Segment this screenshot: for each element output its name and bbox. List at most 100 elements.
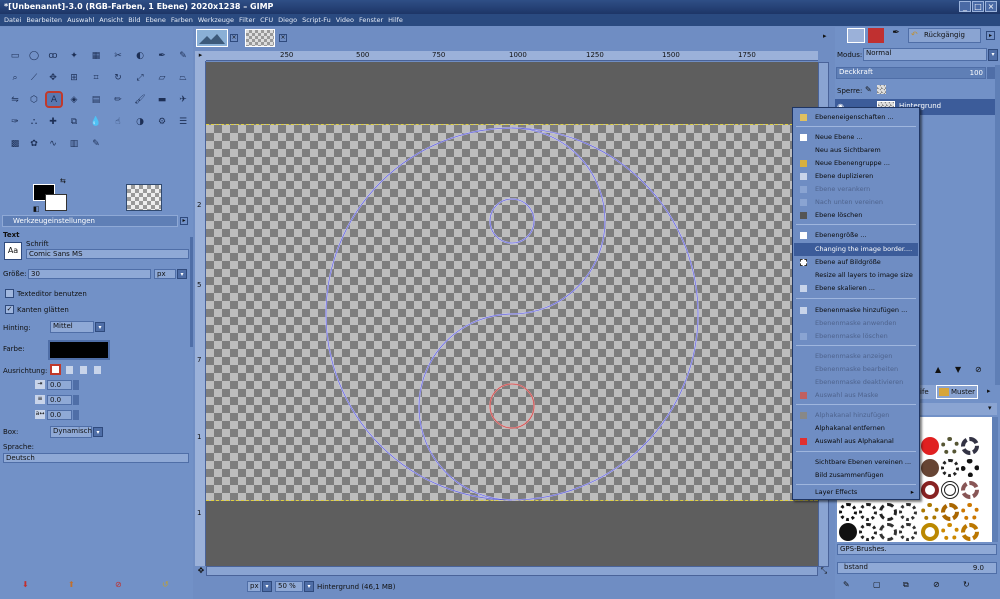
align-icon[interactable]: ⊞ [67,71,81,84]
rotate-icon[interactable]: ↻ [111,71,125,84]
language-input[interactable]: Deutsch [3,453,189,463]
menu-bearbeiten[interactable]: Bearbeiten [26,14,62,26]
chevron-down-icon[interactable]: ▾ [304,581,314,592]
restore-options-icon[interactable]: ⬆ [68,580,75,589]
menu-item-remove-alpha-channel[interactable]: Alphakanal entfernen [794,422,918,435]
chevron-down-icon[interactable]: ▾ [262,581,272,592]
clone-icon[interactable]: ⛬ [27,115,41,128]
brush-item[interactable] [941,503,959,521]
lock-pixels-icon[interactable]: ✎ [865,85,872,94]
delete-brush-icon[interactable]: ⊘ [933,580,940,589]
tool-options-scrollbar[interactable] [190,237,193,347]
brush-item[interactable] [899,523,917,541]
brush-scrollbar[interactable] [992,417,998,542]
hinting-select[interactable]: Mittel [50,321,94,333]
lasso-icon[interactable]: ꝏ [46,49,60,62]
menu-auswahl[interactable]: Auswahl [67,14,94,26]
tab-menu-icon[interactable]: ▸ [180,217,188,225]
fonts-tab[interactable]: ife [920,385,936,399]
background-color-swatch[interactable] [45,194,67,211]
horizontal-scrollbar[interactable] [206,566,818,576]
menu-farben[interactable]: Farben [171,14,193,26]
justify-left-icon[interactable] [50,364,61,375]
menu-ansicht[interactable]: Ansicht [99,14,123,26]
image-tab-2-thumbnail[interactable] [245,29,275,47]
justify-right-icon[interactable] [66,366,73,374]
chevron-down-icon[interactable]: ▾ [95,322,105,332]
raise-layer-icon[interactable]: ▲ [935,365,941,374]
navigate-icon[interactable]: ✥ [196,566,206,576]
brush-item[interactable] [839,503,857,521]
menu-werkzeuge[interactable]: Werkzeuge [198,14,234,26]
brush-item[interactable] [961,481,979,499]
shear-icon[interactable]: ▱ [155,71,169,84]
new-brush-icon[interactable]: ▢ [873,580,881,589]
reset-colors-icon[interactable]: ◧ [33,205,40,213]
close-tab-icon[interactable]: × [279,34,287,42]
letter-spacing-input[interactable]: 0.0 [47,410,72,420]
ink-icon[interactable]: ✑ [8,115,22,128]
undo-tab[interactable]: Rückgängig [908,28,981,43]
lower-layer-icon[interactable]: ▼ [955,365,961,374]
brush-item[interactable] [961,503,979,521]
channels-tab-icon[interactable] [868,28,884,43]
lock-alpha-icon[interactable] [877,85,886,94]
menu-item-layer-effects[interactable]: Layer Effects ▸ [794,486,918,499]
histogram-icon[interactable]: ▥ [67,137,81,150]
rect-select-icon[interactable]: ▭ [8,49,22,62]
unit-select[interactable]: px [247,581,261,592]
menu-item-flatten-image[interactable]: Bild zusammenfügen [794,469,918,482]
color-select-icon[interactable]: ▦ [89,49,103,62]
measure-icon[interactable]: ⟋ [27,71,41,84]
spacing-slider[interactable]: bstand 9.0 [837,562,997,574]
airbrush-icon[interactable]: ✈ [176,93,190,106]
layers-tab-icon[interactable] [847,28,865,43]
menu-item-add-layer-mask[interactable]: Ebenenmaske hinzufügen ... [794,304,918,317]
menu-item-new-from-visible[interactable]: Neu aus Sichtbarem [794,144,918,157]
reset-options-icon[interactable]: ↺ [162,580,169,589]
delete-layer-icon[interactable]: ⊘ [975,365,982,374]
curves-icon[interactable]: ∿ [46,137,60,150]
brush-item[interactable] [941,459,959,477]
brush-item[interactable] [879,523,897,541]
zoom-select[interactable]: 50 % [275,581,303,592]
edit-brush-icon[interactable]: ✎ [843,580,850,589]
image-canvas[interactable] [206,124,818,501]
brush-item[interactable] [941,481,959,499]
line-spacing-spinner[interactable] [73,395,79,405]
chevron-down-icon[interactable]: ▾ [988,49,998,61]
brush-item[interactable] [921,459,939,477]
smudge-icon[interactable]: ☝ [111,115,125,128]
letter-spacing-spinner[interactable] [73,410,79,420]
font-preview-icon[interactable]: Aa [4,242,22,260]
eraser-icon[interactable]: ▬ [155,93,169,106]
use-editor-checkbox[interactable] [5,289,14,298]
menu-hilfe[interactable]: Hilfe [388,14,403,26]
line-spacing-input[interactable]: 0.0 [47,395,72,405]
fuzzy-select-icon[interactable]: ✦ [67,49,81,62]
color-wheel-icon[interactable]: ✿ [27,137,41,150]
brush-item[interactable] [941,437,959,455]
brush-item[interactable] [879,503,897,521]
tab-menu-icon[interactable]: ▸ [987,387,991,395]
chevron-down-icon[interactable]: ▾ [93,427,103,437]
menu-fenster[interactable]: Fenster [359,14,383,26]
brush-item[interactable] [899,503,917,521]
bucket-fill-icon[interactable]: ◈ [67,93,81,106]
flip-icon[interactable]: ⇋ [8,93,22,106]
menu-item-merge-visible-layers[interactable]: Sichtbare Ebenen vereinen ... [794,456,918,469]
menu-filter[interactable]: Filter [239,14,255,26]
menu-video[interactable]: Video [336,14,354,26]
chevron-down-icon[interactable]: ▾ [988,404,992,412]
maximize-button[interactable]: □ [972,1,984,12]
move-icon[interactable]: ✥ [46,71,60,84]
crop-icon[interactable]: ⌗ [89,71,103,84]
tool-options-tab[interactable]: Werkzeugeinstellungen [2,215,178,227]
perspective-icon[interactable]: ⏢ [176,71,190,84]
tab-menu-icon[interactable]: ▸ [986,31,995,40]
paths-icon[interactable]: ✒ [155,49,169,62]
menu-item-new-layer[interactable]: Neue Ebene ... [794,131,918,144]
menu-ebene[interactable]: Ebene [145,14,165,26]
scissors-icon[interactable]: ✂ [111,49,125,62]
brush-item[interactable] [859,523,877,541]
